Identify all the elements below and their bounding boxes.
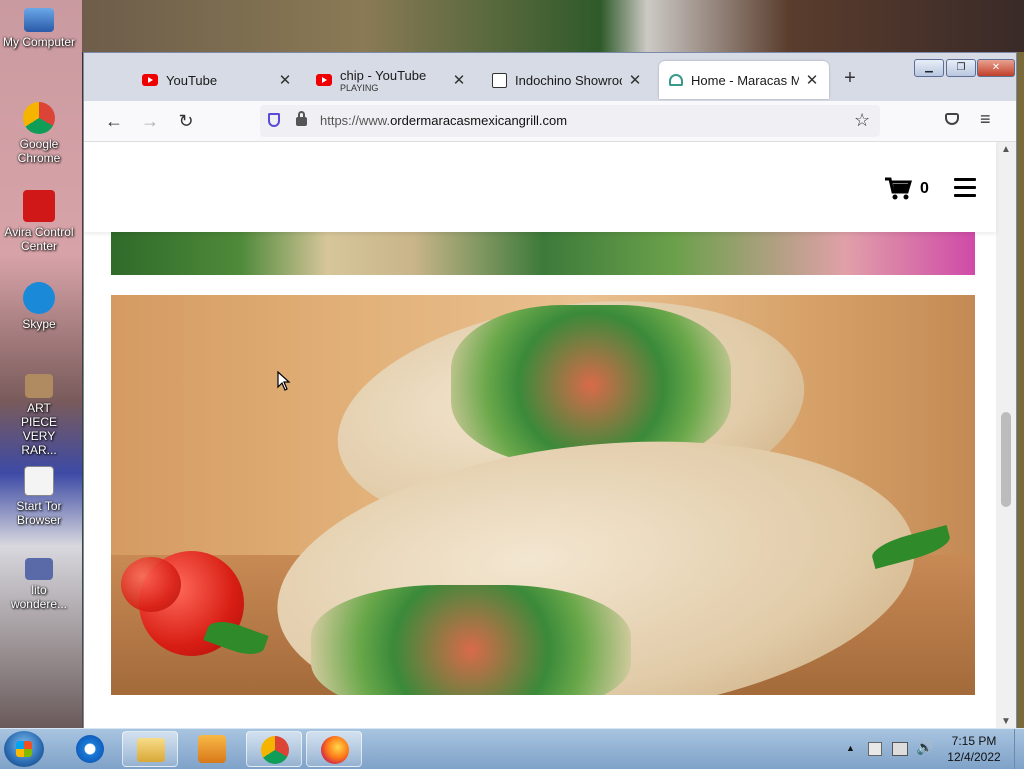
- computer-icon: [24, 8, 54, 32]
- desktop-icon-google-chrome[interactable]: Google Chrome: [0, 102, 78, 165]
- tab-label: Indochino Showroom:: [515, 72, 622, 88]
- firefox-window: YouTube ✕ chip - YouTube PLAYING ✕ Indoc…: [83, 52, 1017, 728]
- tab-label: Home - Maracas Mexi: [691, 72, 799, 88]
- reload-button[interactable]: ↻: [174, 109, 198, 133]
- lock-icon[interactable]: [296, 117, 307, 126]
- clock-time: 7:15 PM: [951, 734, 997, 748]
- windows-logo-icon: [16, 741, 32, 757]
- close-tab-icon[interactable]: ✕: [278, 71, 292, 89]
- cart-button[interactable]: 0: [884, 177, 929, 201]
- chrome-icon: [261, 736, 289, 764]
- internet-explorer-icon: [76, 735, 104, 763]
- desktop-icon-label: My Computer: [2, 35, 76, 49]
- tab-indochino[interactable]: Indochino Showroom: ✕: [482, 63, 652, 97]
- desktop-icon-label: Avira Control Center: [4, 225, 74, 253]
- tab-youtube[interactable]: YouTube ✕: [132, 63, 302, 97]
- menu-icon[interactable]: ≡: [980, 109, 991, 130]
- shopping-cart-icon: [885, 177, 912, 200]
- close-tab-icon[interactable]: ✕: [628, 71, 642, 89]
- taskbar-file-explorer[interactable]: [122, 731, 178, 767]
- tomato-small: [121, 557, 181, 612]
- network-icon[interactable]: [892, 742, 908, 756]
- scroll-down-arrow-icon[interactable]: ▼: [1001, 716, 1011, 727]
- navigation-toolbar: ← → ↻ https://www.ordermaracasmexicangri…: [84, 101, 1016, 142]
- shield-icon[interactable]: [268, 113, 280, 127]
- image-file-icon: [25, 558, 53, 580]
- bookmark-star-icon[interactable]: ☆: [854, 110, 870, 131]
- new-tab-button[interactable]: +: [840, 67, 860, 90]
- desktop-icon-label: lito wondere...: [10, 583, 68, 611]
- tab-label: chip - YouTube: [340, 67, 427, 83]
- firefox-icon: [321, 736, 349, 764]
- taskbar-firefox[interactable]: [306, 731, 362, 767]
- forward-button[interactable]: →: [138, 109, 162, 133]
- desktop-icon-label: Start Tor Browser: [16, 499, 62, 527]
- desktop-icon-art-piece[interactable]: ART PIECE VERY RAR...: [0, 374, 78, 457]
- close-tab-icon[interactable]: ✕: [452, 71, 466, 89]
- indochino-icon: [492, 72, 507, 88]
- folder-icon: [137, 738, 165, 762]
- desktop-icon-label: Google Chrome: [17, 137, 61, 165]
- url-text: https://www.ordermaracasmexicangrill.com: [320, 113, 567, 128]
- desktop-wallpaper-top: [82, 0, 1024, 52]
- desktop-icon-skype[interactable]: Skype: [0, 282, 78, 331]
- wrap-filling-bottom: [311, 585, 631, 695]
- food-image-salad: [111, 232, 975, 275]
- tab-playing-status: PLAYING: [340, 82, 379, 93]
- cart-count: 0: [920, 180, 929, 197]
- taskbar-media-player[interactable]: [184, 731, 240, 767]
- url-domain: ordermaracasmexicangrill.com: [390, 113, 568, 128]
- taskbar-clock[interactable]: 7:15 PM 12/4/2022: [940, 733, 1008, 765]
- scrollbar-thumb[interactable]: [1001, 412, 1011, 507]
- show-desktop-button[interactable]: [1014, 729, 1024, 769]
- chrome-icon: [23, 102, 55, 134]
- web-page-content: 0 ▲ ▼: [84, 142, 1016, 728]
- taskbar: ▲ 🔊 7:15 PM 12/4/2022: [0, 728, 1024, 769]
- desktop-icon-tor-browser[interactable]: Start Tor Browser: [0, 466, 78, 527]
- volume-icon[interactable]: 🔊: [916, 739, 933, 756]
- youtube-icon: [316, 74, 332, 86]
- shortcut-icon: [24, 466, 54, 496]
- show-hidden-icons-arrow-icon[interactable]: ▲: [846, 743, 855, 753]
- minimize-button[interactable]: ▁: [914, 59, 944, 77]
- taskbar-google-chrome[interactable]: [246, 731, 302, 767]
- tab-label-group: chip - YouTube PLAYING: [340, 68, 446, 93]
- url-bar[interactable]: https://www.ordermaracasmexicangrill.com…: [260, 105, 880, 137]
- avira-icon: [23, 190, 55, 222]
- mouse-cursor-icon: [277, 371, 291, 391]
- tab-label: YouTube: [166, 72, 218, 88]
- close-window-button[interactable]: ✕: [977, 59, 1015, 77]
- close-tab-icon[interactable]: ✕: [805, 71, 819, 89]
- hamburger-menu-icon[interactable]: [954, 178, 976, 202]
- food-image-burrito-wrap: [111, 295, 975, 695]
- wrap-filling-top: [451, 305, 731, 465]
- back-button[interactable]: ←: [102, 109, 126, 133]
- youtube-icon: [142, 74, 158, 86]
- desktop-icon-avira[interactable]: Avira Control Center: [0, 190, 78, 253]
- taskbar-internet-explorer[interactable]: [62, 731, 118, 767]
- pocket-icon[interactable]: [945, 113, 959, 125]
- desktop-icon-my-computer[interactable]: My Computer: [0, 8, 78, 49]
- page-scrollbar[interactable]: ▲ ▼: [996, 142, 1016, 728]
- action-center-flag-icon[interactable]: [868, 742, 882, 756]
- lock-icon-shackle: [298, 111, 305, 118]
- maximize-button[interactable]: ❐: [946, 59, 976, 77]
- skype-icon: [23, 282, 55, 314]
- desktop-icon-lito[interactable]: lito wondere...: [0, 558, 78, 611]
- tab-maracas-home[interactable]: Home - Maracas Mexi ✕: [659, 61, 829, 99]
- tab-bar: YouTube ✕ chip - YouTube PLAYING ✕ Indoc…: [84, 53, 1016, 101]
- clock-date: 12/4/2022: [947, 750, 1001, 764]
- scroll-up-arrow-icon[interactable]: ▲: [1001, 144, 1011, 155]
- url-prefix: https://www.: [320, 113, 391, 128]
- site-header: 0: [84, 142, 996, 232]
- image-file-icon: [25, 374, 53, 398]
- cloud-icon: [669, 74, 683, 86]
- media-player-icon: [198, 735, 226, 763]
- desktop-icon-label: Skype: [22, 317, 56, 331]
- start-button[interactable]: [4, 731, 44, 767]
- desktop-wallpaper-right: [1016, 52, 1024, 728]
- desktop-icon-label: ART PIECE VERY RAR...: [20, 401, 57, 457]
- tab-chip-youtube[interactable]: chip - YouTube PLAYING ✕: [306, 63, 476, 97]
